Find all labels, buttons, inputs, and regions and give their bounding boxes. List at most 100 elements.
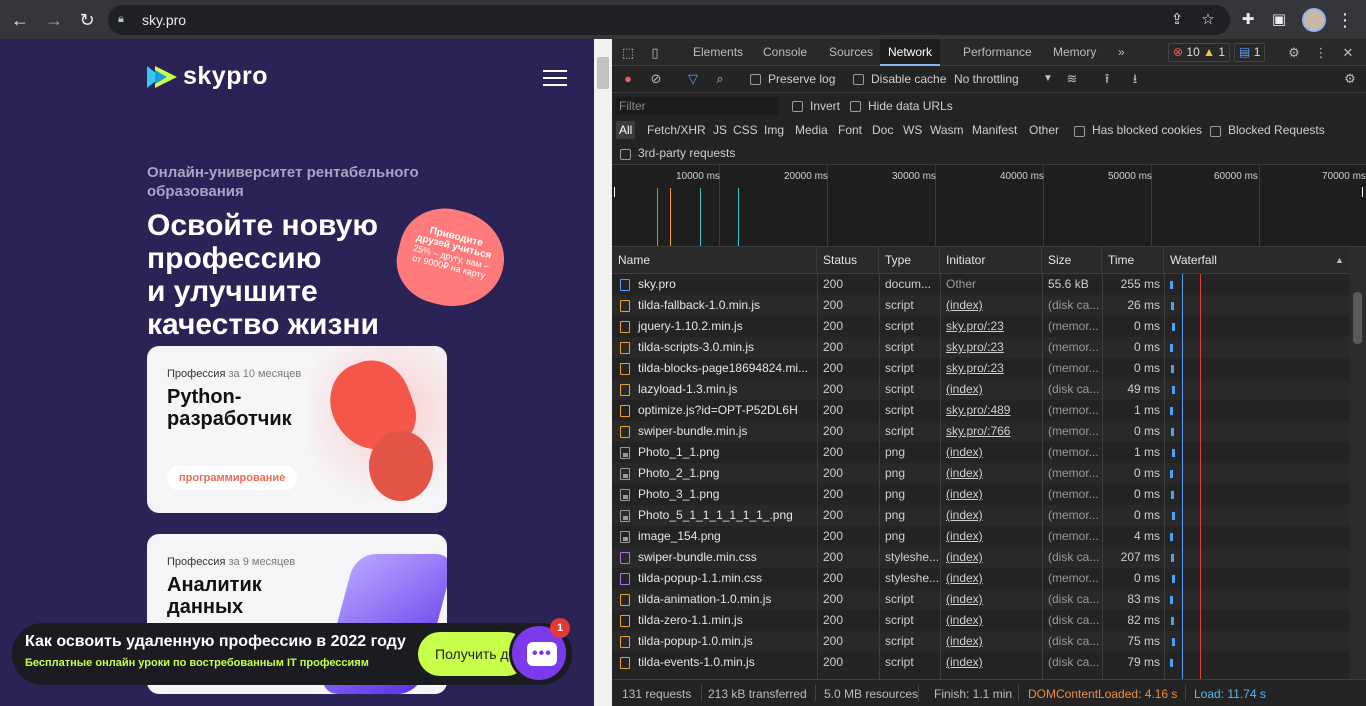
request-initiator[interactable]: (index) xyxy=(940,526,1042,547)
request-name[interactable]: tilda-zero-1.1.min.js xyxy=(612,610,817,631)
request-name[interactable]: swiper-bundle.min.css xyxy=(612,547,817,568)
tab-elements[interactable]: Elements xyxy=(687,39,749,66)
record-icon[interactable]: ● xyxy=(618,69,638,89)
request-initiator[interactable]: (index) xyxy=(940,484,1042,505)
table-row[interactable]: Photo_2_1.png 200 png (index) (memor... 0 ms xyxy=(612,463,1349,484)
close-icon[interactable]: ✕ xyxy=(1338,43,1358,63)
import-har-icon[interactable]: ⭱ xyxy=(1097,69,1117,89)
scrollbar-thumb[interactable] xyxy=(597,57,609,89)
skypro-logo[interactable]: skypro xyxy=(147,62,268,91)
tab-memory[interactable]: Memory xyxy=(1047,39,1102,66)
request-name[interactable]: image_154.png xyxy=(612,526,817,547)
avatar[interactable] xyxy=(1302,8,1326,32)
request-name[interactable]: Photo_3_1.png xyxy=(612,484,817,505)
request-initiator[interactable]: sky.pro/:23 xyxy=(940,337,1042,358)
request-name[interactable]: tilda-events-1.0.min.js xyxy=(612,652,817,673)
issues-counter[interactable]: ⊗ 10 ▲ 1 xyxy=(1168,43,1231,62)
request-name[interactable]: tilda-blocks-page18694824.mi... xyxy=(612,358,817,379)
table-row[interactable]: Photo_5_1_1_1_1_1_1_.png 200 png (index) (me… xyxy=(612,505,1349,526)
kebab-icon[interactable]: ⋮ xyxy=(1336,8,1354,32)
request-name[interactable]: tilda-scripts-3.0.min.js xyxy=(612,337,817,358)
request-name[interactable]: tilda-popup-1.1.min.css xyxy=(612,568,817,589)
filter-type-media[interactable]: Media xyxy=(792,121,831,139)
preserve-log-checkbox[interactable] xyxy=(750,74,761,85)
request-name[interactable]: swiper-bundle.min.js xyxy=(612,421,817,442)
disable-cache-checkbox[interactable] xyxy=(853,74,864,85)
throttling-select[interactable]: No throttling xyxy=(954,72,1019,86)
col-time[interactable]: Time xyxy=(1102,247,1164,274)
filter-type-font[interactable]: Font xyxy=(835,121,865,139)
col-status[interactable]: Status xyxy=(817,247,879,274)
request-name[interactable]: tilda-popup-1.0.min.js xyxy=(612,631,817,652)
chat-widget-button[interactable]: ••• 1 xyxy=(509,618,570,683)
request-initiator[interactable]: (index) xyxy=(940,589,1042,610)
course-card-python[interactable]: Профессия за 10 месяцев Python-разработч… xyxy=(147,346,447,513)
table-row[interactable]: tilda-animation-1.0.min.js 200 script (inde… xyxy=(612,589,1349,610)
arrow-right-icon[interactable]: → xyxy=(42,8,66,32)
request-initiator[interactable]: sky.pro/:489 xyxy=(940,400,1042,421)
invert-checkbox[interactable] xyxy=(792,101,803,112)
request-initiator[interactable]: (index) xyxy=(940,631,1042,652)
table-row[interactable]: image_154.png 200 png (index) (memor... 4 ms xyxy=(612,526,1349,547)
table-row[interactable]: optimize.js?id=OPT-P52DL6H 200 script sky.p… xyxy=(612,400,1349,421)
table-row[interactable]: tilda-popup-1.0.min.js 200 script (index) (d… xyxy=(612,631,1349,652)
request-initiator[interactable]: sky.pro/:766 xyxy=(940,421,1042,442)
overview-handle-right[interactable] xyxy=(1362,187,1363,197)
filter-type-other[interactable]: Other xyxy=(1026,121,1062,139)
filter-type-css[interactable]: CSS xyxy=(730,121,761,139)
request-initiator[interactable]: (index) xyxy=(940,295,1042,316)
filter-type-fetch[interactable]: Fetch/XHR xyxy=(644,121,709,139)
export-har-icon[interactable]: ⭳ xyxy=(1125,69,1145,89)
hamburger-menu-icon[interactable] xyxy=(543,70,567,86)
filter-type-js[interactable]: JS xyxy=(710,121,730,139)
request-name[interactable]: tilda-animation-1.0.min.js xyxy=(612,589,817,610)
arrow-left-icon[interactable]: ← xyxy=(8,8,32,32)
blocked-cookies-checkbox[interactable] xyxy=(1074,126,1085,137)
puzzle-icon[interactable]: ✚ xyxy=(1237,9,1259,31)
filter-type-ws[interactable]: WS xyxy=(900,121,925,139)
kebab-icon[interactable]: ⋮ xyxy=(1311,43,1331,63)
request-initiator[interactable]: sky.pro/:23 xyxy=(940,358,1042,379)
request-initiator[interactable]: (index) xyxy=(940,379,1042,400)
request-initiator[interactable]: sky.pro/:23 xyxy=(940,316,1042,337)
request-name[interactable]: Photo_2_1.png xyxy=(612,463,817,484)
table-row[interactable]: tilda-fallback-1.0.min.js 200 script (index… xyxy=(612,295,1349,316)
request-name[interactable]: Photo_5_1_1_1_1_1_1_.png xyxy=(612,505,817,526)
device-toolbar-icon[interactable]: ▯ xyxy=(645,43,665,63)
table-row[interactable]: tilda-events-1.0.min.js 200 script (index) (… xyxy=(612,652,1349,673)
blocked-requests-checkbox[interactable] xyxy=(1210,126,1221,137)
tab-performance[interactable]: Performance xyxy=(957,39,1038,66)
third-party-checkbox[interactable] xyxy=(620,149,631,160)
table-row[interactable]: jquery-1.10.2.min.js 200 script sky.pro/:23… xyxy=(612,316,1349,337)
lock-icon[interactable]: 🔒︎ xyxy=(118,13,128,25)
overview-handle-left[interactable] xyxy=(614,187,615,197)
table-row[interactable]: Photo_1_1.png 200 png (index) (memor... 1 ms xyxy=(612,442,1349,463)
table-row[interactable]: swiper-bundle.min.js 200 script sky.pro/:76… xyxy=(612,421,1349,442)
table-row[interactable]: sky.pro 200 docum... Other 55.6 kB 255 ms xyxy=(612,274,1349,295)
promo-banner[interactable]: Как освоить удаленную профессию в 2022 г… xyxy=(12,623,572,685)
gear-icon[interactable]: ⚙ xyxy=(1340,69,1360,89)
scrollbar-thumb[interactable] xyxy=(1353,292,1362,344)
request-initiator[interactable]: (index) xyxy=(940,652,1042,673)
search-icon[interactable]: ⌕ xyxy=(710,69,730,89)
request-name[interactable]: jquery-1.10.2.min.js xyxy=(612,316,817,337)
request-name[interactable]: Photo_1_1.png xyxy=(612,442,817,463)
tab-sources[interactable]: Sources xyxy=(823,39,879,66)
filter-type-wasm[interactable]: Wasm xyxy=(927,121,967,139)
filter-type-img[interactable]: Img xyxy=(761,121,787,139)
request-initiator[interactable]: (index) xyxy=(940,442,1042,463)
table-row[interactable]: Photo_3_1.png 200 png (index) (memor... 0 ms xyxy=(612,484,1349,505)
network-conditions-icon[interactable]: ≋ xyxy=(1062,69,1082,89)
page-scrollbar[interactable] xyxy=(594,39,612,706)
col-size[interactable]: Size xyxy=(1042,247,1102,274)
star-icon[interactable]: ☆ xyxy=(1197,9,1219,31)
reload-icon[interactable]: ↻ xyxy=(75,8,99,32)
gear-icon[interactable]: ⚙ xyxy=(1284,43,1304,63)
table-row[interactable]: tilda-scripts-3.0.min.js 200 script sky.pro… xyxy=(612,337,1349,358)
chevron-down-icon[interactable]: ▼ xyxy=(1038,69,1058,89)
col-initiator[interactable]: Initiator xyxy=(940,247,1042,274)
clear-icon[interactable]: ⊘ xyxy=(646,69,666,89)
tab-network[interactable]: Network xyxy=(880,39,941,66)
request-initiator[interactable]: (index) xyxy=(940,505,1042,526)
request-name[interactable]: tilda-fallback-1.0.min.js xyxy=(612,295,817,316)
